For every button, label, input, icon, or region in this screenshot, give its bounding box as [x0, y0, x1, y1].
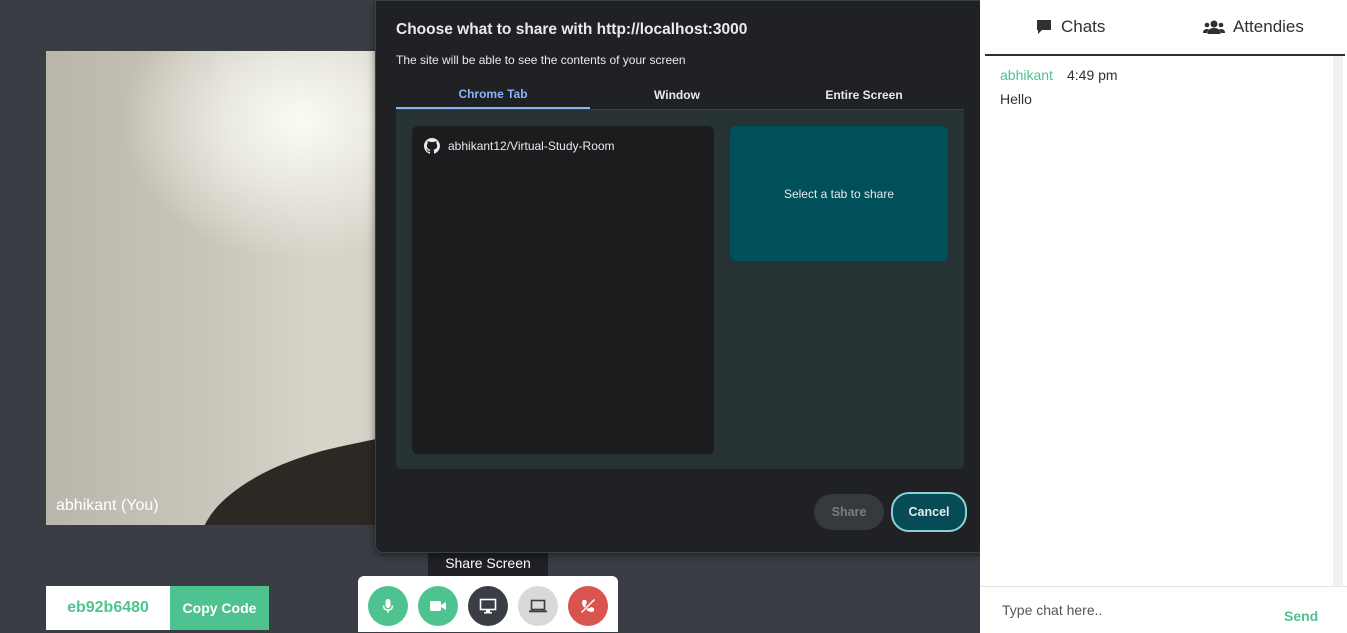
message-text: Hello — [1000, 91, 1032, 107]
tab-entire-screen[interactable]: Entire Screen — [764, 81, 964, 109]
share-button[interactable]: Share — [814, 494, 884, 530]
tab-attendies-label: Attendies — [1233, 17, 1304, 36]
message-author: abhikant — [1000, 67, 1053, 83]
microphone-icon — [382, 599, 394, 613]
phone-hangup-icon — [579, 597, 597, 615]
tab-list: abhikant12/Virtual-Study-Room — [412, 126, 714, 454]
video-camera-icon — [430, 601, 446, 611]
laptop-icon — [529, 599, 547, 613]
share-screen-tooltip: Share Screen — [428, 550, 548, 576]
participant-name: abhikant (You) — [56, 497, 159, 514]
message-time: 4:49 pm — [1067, 67, 1118, 83]
tab-window[interactable]: Window — [590, 81, 764, 109]
tab-chrome-tab[interactable]: Chrome Tab — [396, 81, 590, 109]
chat-input[interactable] — [1000, 597, 1254, 623]
share-panel: abhikant12/Virtual-Study-Room Select a t… — [396, 110, 964, 469]
users-icon — [1203, 20, 1225, 34]
dialog-title: Choose what to share with http://localho… — [396, 21, 748, 38]
github-icon — [424, 138, 440, 154]
share-screen-button[interactable] — [468, 586, 508, 626]
list-item-label: abhikant12/Virtual-Study-Room — [448, 139, 615, 153]
list-item[interactable]: abhikant12/Virtual-Study-Room — [412, 134, 714, 158]
cancel-button[interactable]: Cancel — [891, 492, 967, 532]
send-button[interactable]: Send — [1284, 608, 1318, 624]
sidebar-tabs: Chats Attendies — [985, 0, 1345, 56]
tab-chats-label: Chats — [1061, 17, 1106, 36]
chat-input-area: Send — [980, 586, 1347, 633]
sidebar: Chats Attendies abhikant 4:49 pm Hello S… — [980, 0, 1347, 633]
chat-scrollbar[interactable] — [1333, 56, 1343, 586]
share-source-tabs: Chrome Tab Window Entire Screen — [396, 81, 964, 110]
dialog-subtitle: The site will be able to see the content… — [396, 53, 686, 67]
present-button[interactable] — [518, 586, 558, 626]
chat-bubble-icon — [1037, 20, 1051, 34]
microphone-button[interactable] — [368, 586, 408, 626]
room-code: eb92b6480 — [67, 599, 149, 616]
camera-button[interactable] — [418, 586, 458, 626]
call-controls — [358, 576, 618, 632]
room-code-box: eb92b6480 Copy Code — [46, 586, 269, 630]
screen-share-dialog: Choose what to share with http://localho… — [375, 0, 985, 553]
tab-attendies[interactable]: Attendies — [1203, 0, 1304, 54]
tab-chats[interactable]: Chats — [1035, 0, 1105, 54]
copy-code-button[interactable]: Copy Code — [170, 586, 269, 630]
monitor-icon — [479, 598, 497, 614]
hang-up-button[interactable] — [568, 586, 608, 626]
share-preview: Select a tab to share — [730, 126, 948, 261]
